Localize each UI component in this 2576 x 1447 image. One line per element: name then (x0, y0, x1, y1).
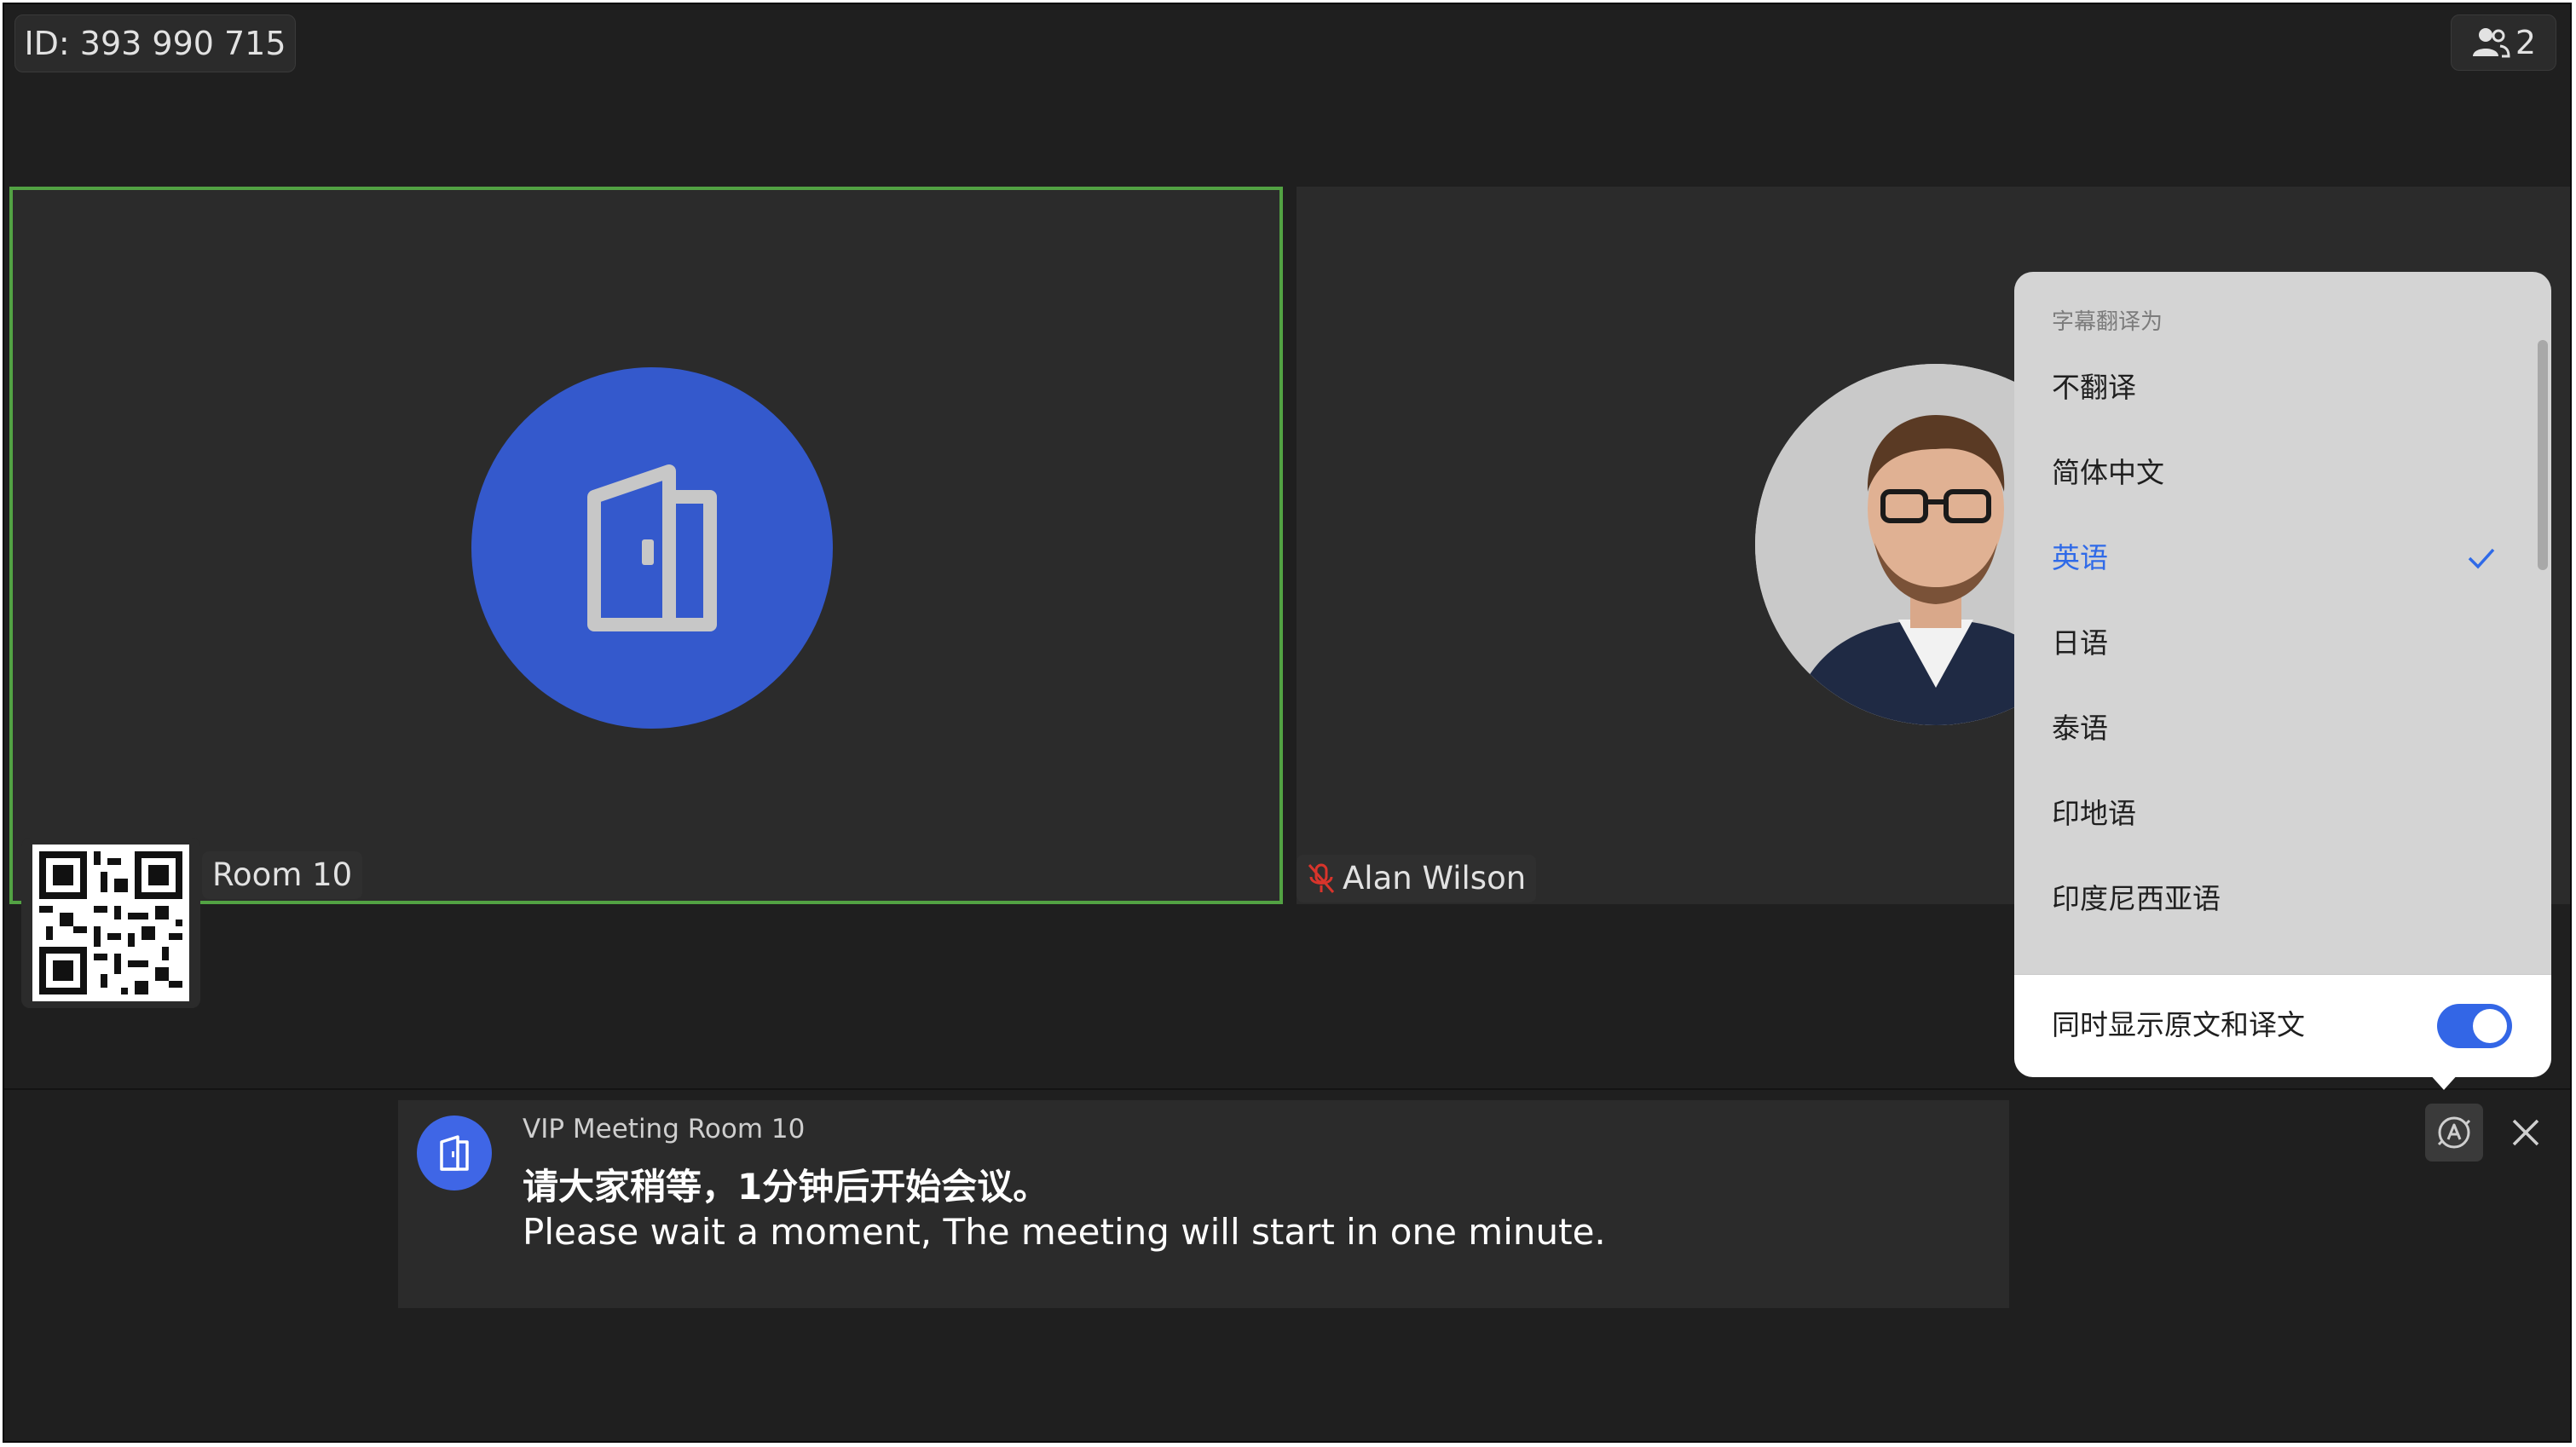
close-captions-button[interactable] (2500, 1107, 2551, 1158)
room-name: Room 10 (212, 856, 353, 893)
language-option-chinese[interactable]: 简体中文 (2014, 430, 2526, 516)
language-option-hindi[interactable]: 印地语 (2014, 771, 2526, 856)
video-tile-room[interactable]: Room 10 (9, 187, 1283, 904)
meeting-id-badge[interactable]: ID: 393 990 715 (14, 14, 296, 72)
participant-name-label: Alan Wilson (1297, 855, 1537, 902)
menu-pointer (2429, 1073, 2459, 1090)
translation-language-menu: 字幕翻译为 不翻译 简体中文 英语 日语 泰语 印地语 印度尼西亚语 同时显示原… (2014, 272, 2551, 1090)
language-option-thai[interactable]: 泰语 (2014, 686, 2526, 771)
participants-button[interactable]: 2 (2451, 14, 2556, 71)
show-both-toggle[interactable] (2437, 1004, 2512, 1048)
close-icon (2512, 1119, 2539, 1146)
show-both-row: 同时显示原文和译文 (2014, 974, 2551, 1077)
speaker-avatar (417, 1116, 492, 1190)
caption-translation: Please wait a moment, The meeting will s… (523, 1211, 1606, 1253)
toggle-knob (2473, 1009, 2507, 1043)
mic-off-icon (1308, 863, 1335, 893)
room-avatar (471, 367, 833, 729)
language-option-japanese[interactable]: 日语 (2014, 601, 2526, 686)
caption-box: VIP Meeting Room 10 请大家稍等，1分钟后开始会议。 Plea… (398, 1100, 2009, 1308)
people-icon (2472, 28, 2510, 58)
show-both-label: 同时显示原文和译文 (2052, 1008, 2305, 1041)
meeting-id: ID: 393 990 715 (24, 25, 286, 62)
menu-header: 字幕翻译为 (2052, 309, 2163, 335)
room-name-label: Room 10 (202, 851, 363, 899)
translate-icon (2437, 1116, 2471, 1149)
door-icon (440, 1135, 469, 1171)
language-option-english[interactable]: 英语 (2014, 516, 2526, 601)
caption-speaker: VIP Meeting Room 10 (523, 1114, 806, 1144)
language-option-indonesian[interactable]: 印度尼西亚语 (2014, 856, 2526, 942)
door-icon (587, 464, 717, 631)
menu-scrollbar[interactable] (2538, 340, 2548, 570)
translate-button[interactable] (2425, 1104, 2483, 1162)
check-icon (2468, 548, 2495, 569)
participant-name: Alan Wilson (1343, 860, 1527, 896)
qr-code-icon (32, 845, 189, 1001)
meeting-window: ID: 393 990 715 2 Room 10 Alan Wilson VI… (3, 3, 2572, 1443)
caption-original: 请大家稍等，1分钟后开始会议。 (523, 1166, 1049, 1208)
caption-bar: VIP Meeting Room 10 请大家稍等，1分钟后开始会议。 Plea… (4, 1088, 2570, 1441)
qr-code[interactable] (21, 838, 200, 1008)
language-option-none[interactable]: 不翻译 (2014, 345, 2526, 430)
participant-count: 2 (2515, 24, 2537, 61)
